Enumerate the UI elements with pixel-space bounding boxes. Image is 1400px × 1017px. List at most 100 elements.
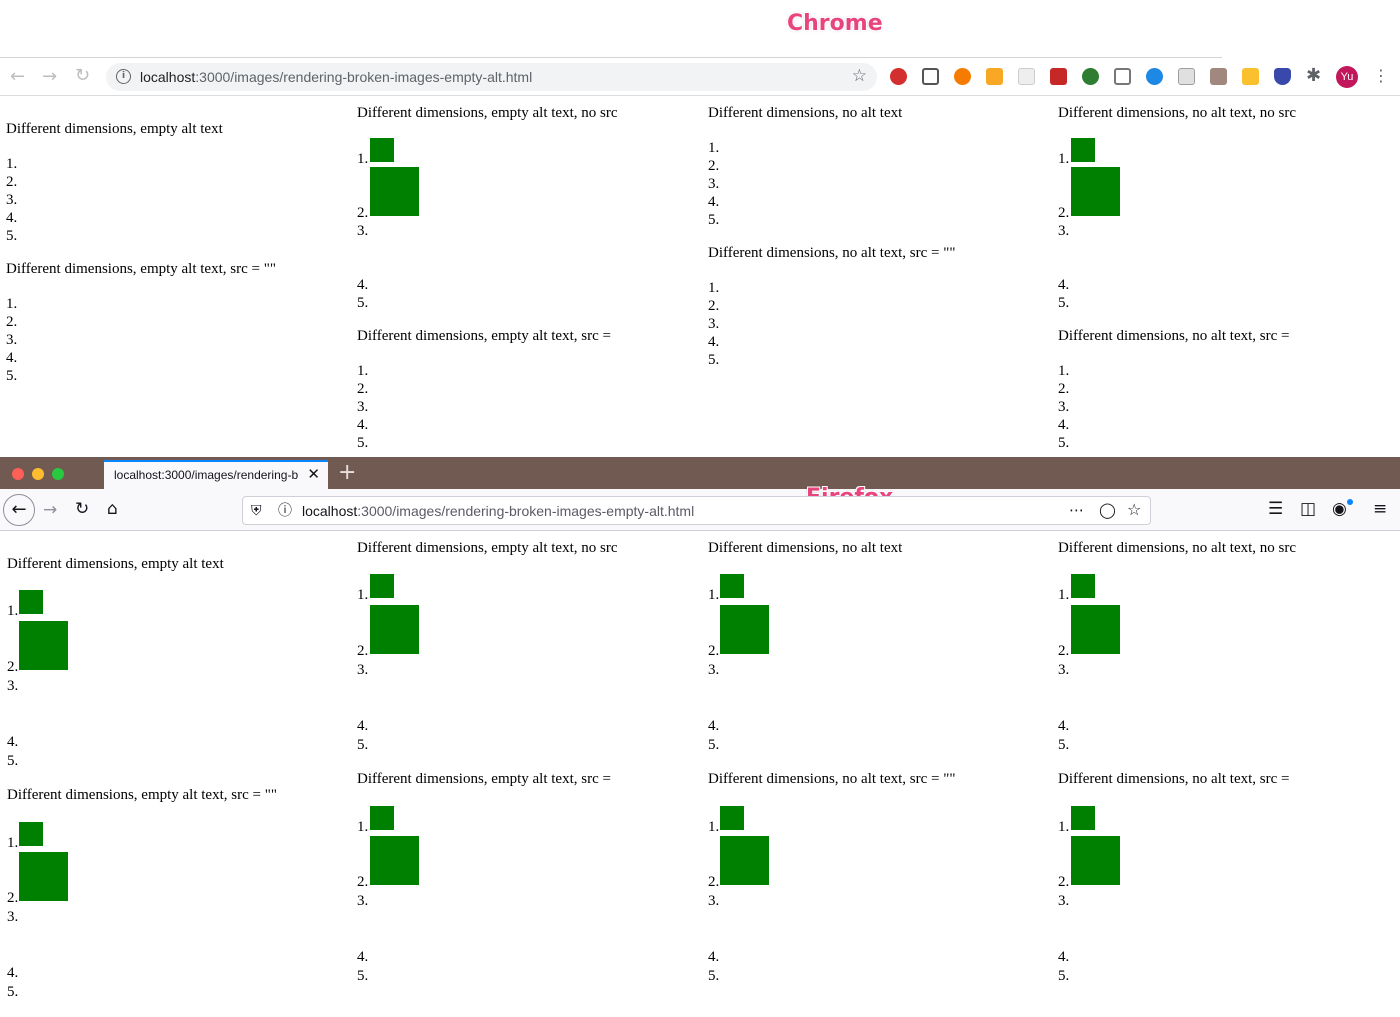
extension-icon[interactable] <box>954 68 971 85</box>
extension-icon[interactable] <box>1018 68 1035 85</box>
list-item: 2. <box>7 890 19 906</box>
list-item: 5. <box>357 968 369 984</box>
forward-arrow-icon[interactable]: → <box>43 500 57 520</box>
list-item: 5. <box>1058 295 1070 311</box>
broken-image-small <box>19 822 43 846</box>
heading-empty-alt-src-eq: Different dimensions, empty alt text, sr… <box>357 771 611 787</box>
pocket-icon[interactable]: ◯ <box>1099 500 1116 520</box>
chrome-url-text[interactable]: localhost:3000/images/rendering-broken-i… <box>140 69 532 85</box>
kebab-menu-icon[interactable]: ⋮ <box>1373 66 1389 86</box>
home-icon[interactable]: ⌂ <box>107 499 118 519</box>
sidebar-icon[interactable]: ◫ <box>1300 499 1316 519</box>
extension-icon[interactable] <box>1082 68 1099 85</box>
list-item: 1. <box>357 363 369 379</box>
list-item: 5. <box>6 368 18 384</box>
list-item: 5. <box>357 435 369 451</box>
list-item: 1. <box>357 151 369 167</box>
avatar[interactable]: Yu <box>1336 66 1358 88</box>
list-item: 2. <box>357 643 369 659</box>
firefox-url-text[interactable]: localhost:3000/images/rendering-broken-i… <box>302 503 694 519</box>
list-item: 4. <box>7 965 19 981</box>
extension-icon[interactable] <box>1114 68 1131 85</box>
list-item: 5. <box>357 737 369 753</box>
broken-image-large <box>370 605 419 654</box>
list-item: 2. <box>357 874 369 890</box>
list-item: 1. <box>708 587 720 603</box>
extension-icon[interactable] <box>1242 68 1259 85</box>
list-item: 1. <box>708 280 720 296</box>
extension-icon[interactable] <box>1050 68 1067 85</box>
heading-empty-alt-no-src: Different dimensions, empty alt text, no… <box>357 540 618 556</box>
list-item: 3. <box>708 893 720 909</box>
firefox-address-bar[interactable]: ⛨ ⓘ localhost:3000/images/rendering-brok… <box>242 496 1151 525</box>
list-item: 4. <box>6 210 18 226</box>
list-item: 3. <box>357 223 369 239</box>
list-item: 3. <box>1058 662 1070 678</box>
extension-icon[interactable] <box>1210 68 1227 85</box>
reload-icon[interactable]: ↻ <box>75 66 90 86</box>
extension-icon[interactable] <box>986 68 1003 85</box>
list-item: 1. <box>6 296 18 312</box>
list-item: 4. <box>357 277 369 293</box>
extension-icon[interactable] <box>1146 68 1163 85</box>
heading-empty-alt-src-quotes: Different dimensions, empty alt text, sr… <box>7 787 277 803</box>
firefox-tab[interactable]: localhost:3000/images/rendering-b ✕ <box>104 460 328 489</box>
account-icon[interactable]: ◉ <box>1332 499 1347 519</box>
extension-icon[interactable] <box>922 68 939 85</box>
list-item: 2. <box>6 174 18 190</box>
list-item: 5. <box>7 753 19 769</box>
list-item: 2. <box>7 659 19 675</box>
list-item: 5. <box>1058 737 1070 753</box>
list-item: 4. <box>6 350 18 366</box>
list-item: 4. <box>708 194 720 210</box>
list-item: 3. <box>6 332 18 348</box>
broken-image-small <box>1071 574 1095 598</box>
close-window-button[interactable] <box>12 468 24 480</box>
tab-title: localhost:3000/images/rendering-b <box>114 468 299 482</box>
broken-image-large <box>1071 836 1120 885</box>
list-item: 5. <box>708 737 720 753</box>
heading-no-alt-src-eq: Different dimensions, no alt text, src = <box>1058 771 1290 787</box>
list-item: 2. <box>708 298 720 314</box>
chrome-address-bar[interactable]: i localhost:3000/images/rendering-broken… <box>106 63 877 91</box>
star-icon[interactable]: ☆ <box>1127 500 1141 520</box>
star-icon[interactable]: ☆ <box>852 66 867 86</box>
broken-image-large <box>19 621 68 670</box>
broken-image-large <box>720 605 769 654</box>
extension-icon[interactable] <box>1178 68 1195 85</box>
list-item: 3. <box>1058 223 1070 239</box>
broken-image-small <box>1071 806 1095 830</box>
broken-image-large <box>1071 605 1120 654</box>
info-icon[interactable]: ⓘ <box>278 501 292 521</box>
list-item: 4. <box>357 417 369 433</box>
list-item: 4. <box>1058 718 1070 734</box>
list-item: 1. <box>1058 587 1070 603</box>
page-actions-icon[interactable]: ⋯ <box>1069 500 1084 520</box>
info-icon[interactable]: i <box>116 69 131 84</box>
close-icon[interactable]: ✕ <box>307 465 320 483</box>
list-item: 2. <box>1058 205 1070 221</box>
extension-icon[interactable] <box>1274 68 1291 85</box>
chrome-label: Chrome <box>787 11 883 36</box>
library-icon[interactable]: ☰ <box>1268 499 1283 519</box>
minimize-window-button[interactable] <box>32 468 44 480</box>
list-item: 5. <box>708 968 720 984</box>
new-tab-icon[interactable]: + <box>338 460 356 485</box>
back-arrow-icon[interactable]: ← <box>10 67 25 87</box>
shield-icon[interactable]: ⛨ <box>251 501 262 521</box>
list-item: 2. <box>6 314 18 330</box>
list-item: 4. <box>7 734 19 750</box>
back-arrow-icon[interactable]: ← <box>3 494 35 526</box>
forward-arrow-icon[interactable]: → <box>42 67 57 87</box>
maximize-window-button[interactable] <box>52 468 64 480</box>
list-item: 4. <box>708 718 720 734</box>
heading-no-alt-no-src: Different dimensions, no alt text, no sr… <box>1058 540 1297 556</box>
extensions-icon[interactable]: ✱ <box>1306 66 1321 86</box>
list-item: 4. <box>1058 277 1070 293</box>
reload-icon[interactable]: ↻ <box>75 499 89 519</box>
extension-icon[interactable] <box>890 68 907 85</box>
broken-image-small <box>370 574 394 598</box>
list-item: 1. <box>7 835 19 851</box>
hamburger-menu-icon[interactable]: ≡ <box>1373 499 1387 519</box>
heading-no-alt-src-eq: Different dimensions, no alt text, src = <box>1058 328 1290 344</box>
